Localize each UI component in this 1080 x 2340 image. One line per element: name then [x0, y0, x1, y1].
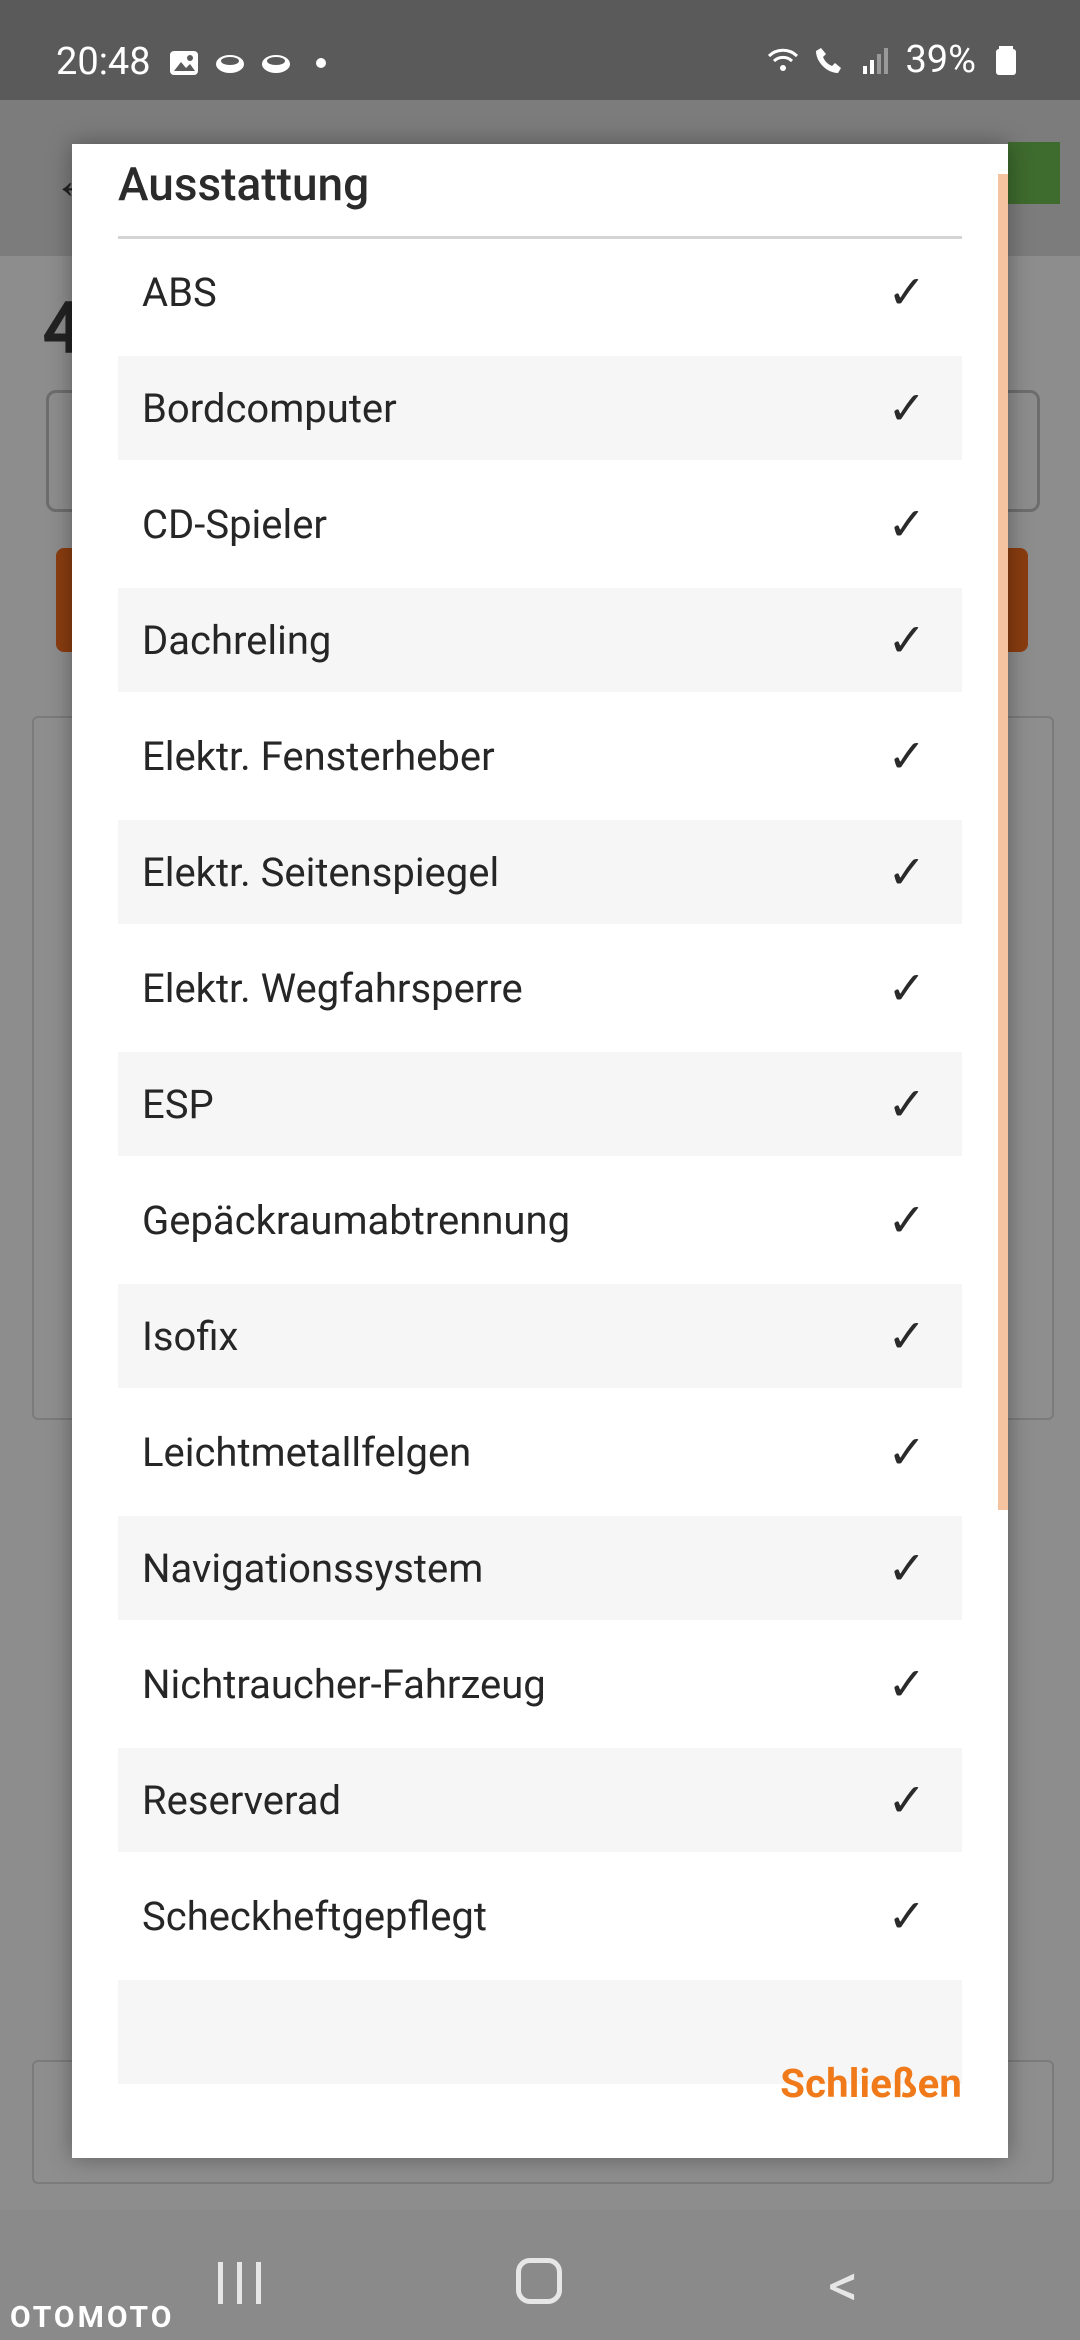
equipment-list[interactable]: ABS ✓ Bordcomputer ✓ CD-Spieler ✓ Dachreling ✓ E…	[118, 240, 962, 2156]
checkmark-icon: ✓	[887, 265, 926, 320]
list-item: Dachreling ✓	[118, 588, 962, 692]
list-item: Leichtmetallfelgen ✓	[118, 1400, 962, 1504]
list-item: Elektr. Seitenspiegel ✓	[118, 820, 962, 924]
equipment-label: Isofix	[142, 1312, 239, 1360]
checkmark-icon: ✓	[887, 1541, 926, 1596]
close-button[interactable]: Schließen	[780, 2060, 962, 2107]
checkmark-icon: ✓	[887, 497, 926, 552]
list-item: Nichtraucher-Fahrzeug ✓	[118, 1632, 962, 1736]
equipment-label: Navigationssystem	[142, 1544, 484, 1592]
equipment-label: Reserverad	[142, 1776, 342, 1824]
checkmark-icon: ✓	[887, 961, 926, 1016]
list-item: Gepäckraumabtrennung ✓	[118, 1168, 962, 1272]
battery-percentage: 39%	[905, 38, 976, 82]
dialog-title: Ausstattung	[118, 158, 370, 212]
list-item: Elektr. Wegfahrsperre ✓	[118, 936, 962, 1040]
list-item: Reserverad ✓	[118, 1748, 962, 1852]
equipment-label: Elektr. Wegfahrsperre	[142, 964, 523, 1012]
equipment-dialog: Ausstattung ABS ✓ Bordcomputer ✓ CD-Spieler ✓…	[72, 144, 1008, 2158]
equipment-label: Nichtraucher-Fahrzeug	[142, 1660, 546, 1708]
system-icons: 39%	[767, 38, 1022, 82]
list-item: Scheckheftgepflegt ✓	[118, 1864, 962, 1968]
recent-apps-button[interactable]	[218, 2262, 261, 2304]
checkmark-icon: ✓	[887, 1889, 926, 1944]
app-icon	[216, 55, 244, 73]
equipment-label: Elektr. Seitenspiegel	[142, 848, 500, 896]
checkmark-icon: ✓	[887, 845, 926, 900]
notification-icons	[168, 47, 326, 79]
list-item: Isofix ✓	[118, 1284, 962, 1388]
app-icon	[262, 55, 290, 73]
list-item: ESP ✓	[118, 1052, 962, 1156]
equipment-label: Elektr. Fensterheber	[142, 732, 495, 780]
scrollbar[interactable]	[998, 174, 1008, 1510]
list-item: Elektr. Fensterheber ✓	[118, 704, 962, 808]
equipment-label: CD-Spieler	[142, 500, 327, 548]
checkmark-icon: ✓	[887, 1657, 926, 1712]
checkmark-icon: ✓	[887, 1077, 926, 1132]
watermark: OTOMOTO	[10, 2300, 175, 2335]
more-notifications-icon	[316, 58, 326, 68]
equipment-label: Gepäckraumabtrennung	[142, 1196, 571, 1244]
checkmark-icon: ✓	[887, 381, 926, 436]
checkmark-icon: ✓	[887, 1773, 926, 1828]
equipment-label: Bordcomputer	[142, 384, 397, 432]
wifi-call-icon	[816, 48, 842, 73]
battery-icon	[996, 46, 1016, 75]
status-time: 20:48	[56, 40, 151, 84]
title-divider	[118, 236, 962, 239]
back-button[interactable]: <	[828, 2250, 859, 2321]
list-item: Navigationssystem ✓	[118, 1516, 962, 1620]
signal-icon	[863, 48, 889, 74]
checkmark-icon: ✓	[887, 729, 926, 784]
list-item: ABS ✓	[118, 240, 962, 344]
equipment-label: ESP	[142, 1080, 214, 1128]
checkmark-icon: ✓	[887, 1193, 926, 1248]
checkmark-icon: ✓	[887, 1309, 926, 1364]
equipment-label: Leichtmetallfelgen	[142, 1428, 472, 1476]
wifi-icon	[768, 48, 799, 71]
list-item: CD-Spieler ✓	[118, 472, 962, 576]
equipment-label: Dachreling	[142, 616, 332, 664]
gallery-icon	[170, 51, 198, 75]
checkmark-icon: ✓	[887, 613, 926, 668]
list-item: Bordcomputer ✓	[118, 356, 962, 460]
background-badge	[1008, 142, 1060, 204]
home-button[interactable]	[516, 2258, 562, 2304]
checkmark-icon: ✓	[887, 1425, 926, 1480]
equipment-label: ABS	[142, 268, 217, 316]
status-bar: 20:48 39%	[0, 0, 1080, 100]
equipment-label: Scheckheftgepflegt	[142, 1892, 487, 1940]
